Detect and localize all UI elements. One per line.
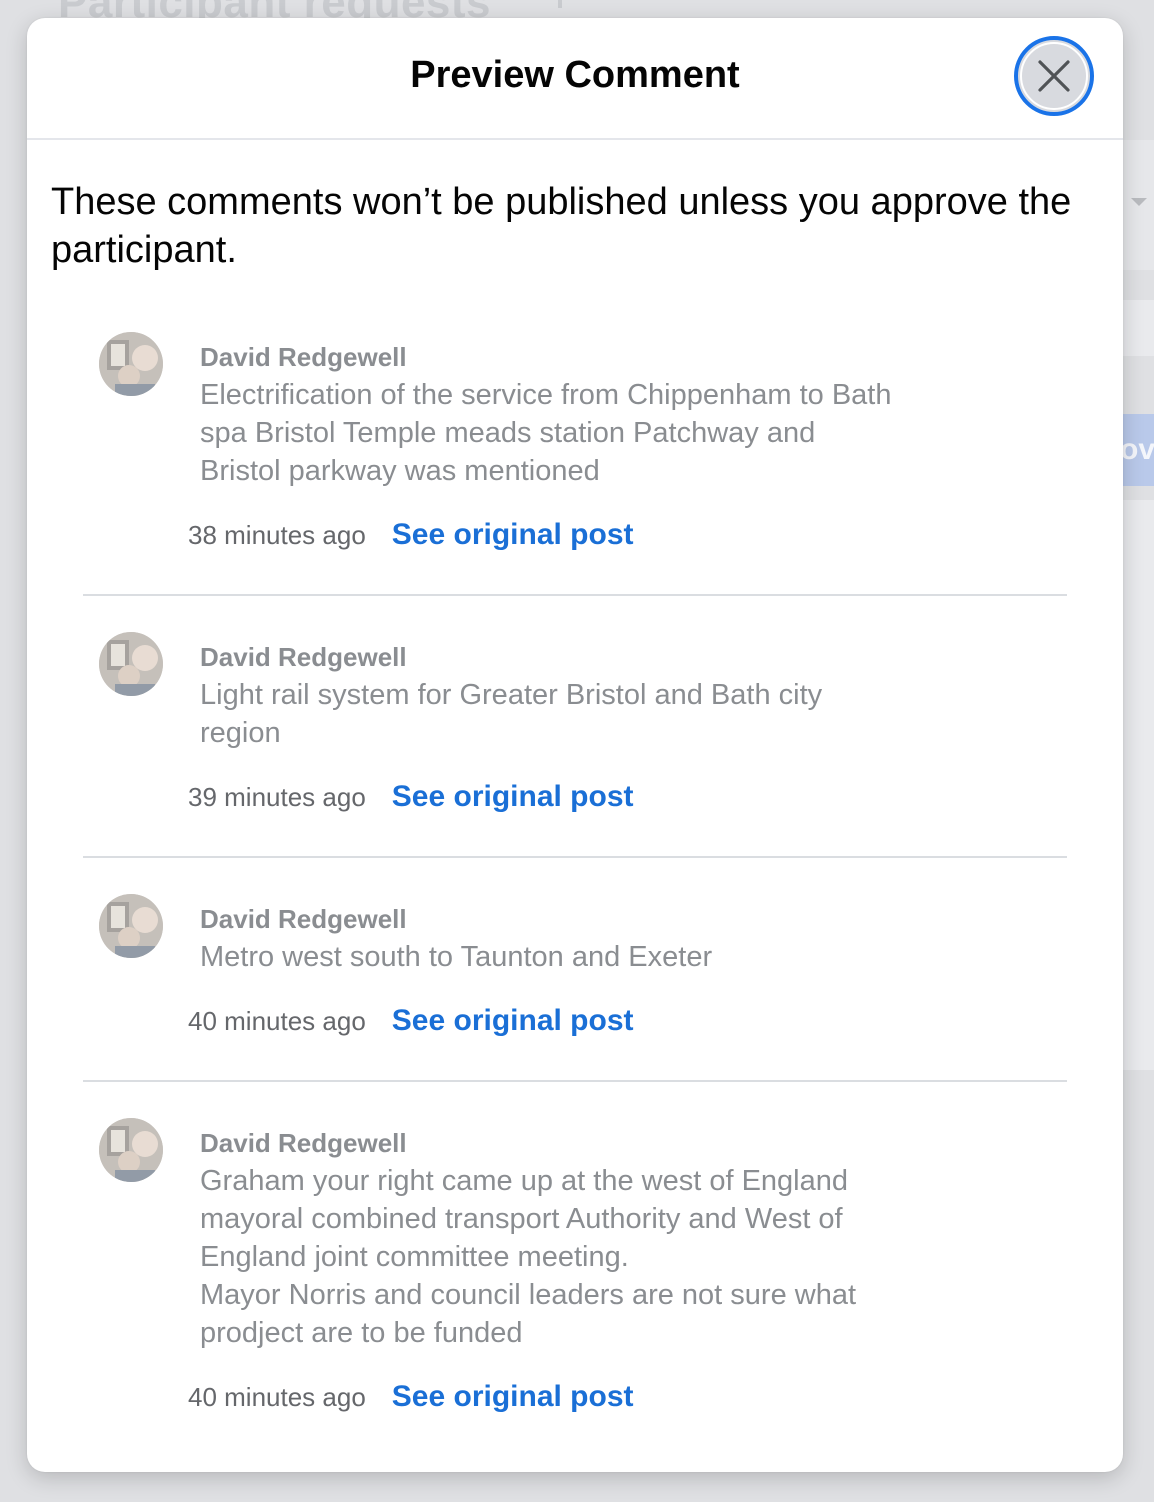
comment-author[interactable]: David Redgewell xyxy=(200,1128,407,1159)
see-original-post-link[interactable]: See original post xyxy=(392,780,634,814)
see-original-post-link[interactable]: See original post xyxy=(392,518,634,552)
background-approve-button: ov xyxy=(1122,414,1154,486)
avatar xyxy=(99,1118,163,1182)
comment-item: David Redgewell Electrification of the s… xyxy=(83,332,1067,596)
background-panel-strip xyxy=(1122,300,1154,356)
comment-text-line: mayoral combined transport Authority and… xyxy=(200,1203,843,1235)
comment-timestamp: 39 minutes ago xyxy=(188,782,366,812)
comment-meta: 39 minutes ago See original post xyxy=(188,780,634,814)
comment-timestamp: 40 minutes ago xyxy=(188,1006,366,1036)
comment-meta: 40 minutes ago See original post xyxy=(188,1004,634,1038)
background-title-divider xyxy=(558,0,562,8)
comment-author[interactable]: David Redgewell xyxy=(200,904,407,935)
comment-text-line: Mayor Norris and council leaders are not… xyxy=(200,1279,857,1311)
comment-meta: 40 minutes ago See original post xyxy=(188,1380,634,1414)
comment-text: Light rail system for Greater Bristol an… xyxy=(200,676,960,752)
comment-text-line: Metro west south to Taunton and Exeter xyxy=(200,941,713,973)
comment-author[interactable]: David Redgewell xyxy=(200,642,407,673)
notice-line: These comments won’t be published unless… xyxy=(51,181,1072,223)
avatar xyxy=(99,332,163,396)
preview-comment-dialog: Preview Comment These comments won’t be … xyxy=(27,18,1123,1472)
comment-text-line: Light rail system for Greater Bristol an… xyxy=(200,679,823,711)
comment-text-line: England joint committee meeting. xyxy=(200,1241,629,1273)
see-original-post-link[interactable]: See original post xyxy=(392,1380,634,1414)
close-icon xyxy=(1038,60,1070,92)
comment-text-line: prodject are to be funded xyxy=(200,1317,523,1349)
approval-notice: These comments won’t be published unless… xyxy=(51,178,1111,274)
see-original-post-link[interactable]: See original post xyxy=(392,1004,634,1038)
comment-meta: 38 minutes ago See original post xyxy=(188,518,634,552)
comment-item: David Redgewell Metro west south to Taun… xyxy=(83,894,1067,1082)
comment-text-line: Graham your right came up at the west of… xyxy=(200,1165,849,1197)
avatar xyxy=(99,632,163,696)
dialog-header: Preview Comment xyxy=(27,18,1123,140)
comment-text: Metro west south to Taunton and Exeter xyxy=(200,938,960,976)
comment-text: Graham your right came up at the west of… xyxy=(200,1162,960,1352)
comment-item: David Redgewell Graham your right came u… xyxy=(83,1118,1067,1418)
comment-text-line: Bristol parkway was mentioned xyxy=(200,455,600,487)
close-button[interactable] xyxy=(1014,36,1094,116)
comment-author[interactable]: David Redgewell xyxy=(200,342,407,373)
comment-text: Electrification of the service from Chip… xyxy=(200,376,960,490)
comment-timestamp: 40 minutes ago xyxy=(188,1382,366,1412)
comment-timestamp: 38 minutes ago xyxy=(188,520,366,550)
notice-line: participant. xyxy=(51,229,237,271)
comment-text-line: Electrification of the service from Chip… xyxy=(200,379,892,411)
dialog-title: Preview Comment xyxy=(410,54,740,96)
background-lower-panel xyxy=(1122,500,1154,1070)
comment-item: David Redgewell Light rail system for Gr… xyxy=(83,632,1067,858)
comment-text-line: region xyxy=(200,717,281,749)
avatar xyxy=(99,894,163,958)
background-caret-down-icon xyxy=(1131,198,1147,206)
comment-text-line: spa Bristol Temple meads station Patchwa… xyxy=(200,417,816,449)
